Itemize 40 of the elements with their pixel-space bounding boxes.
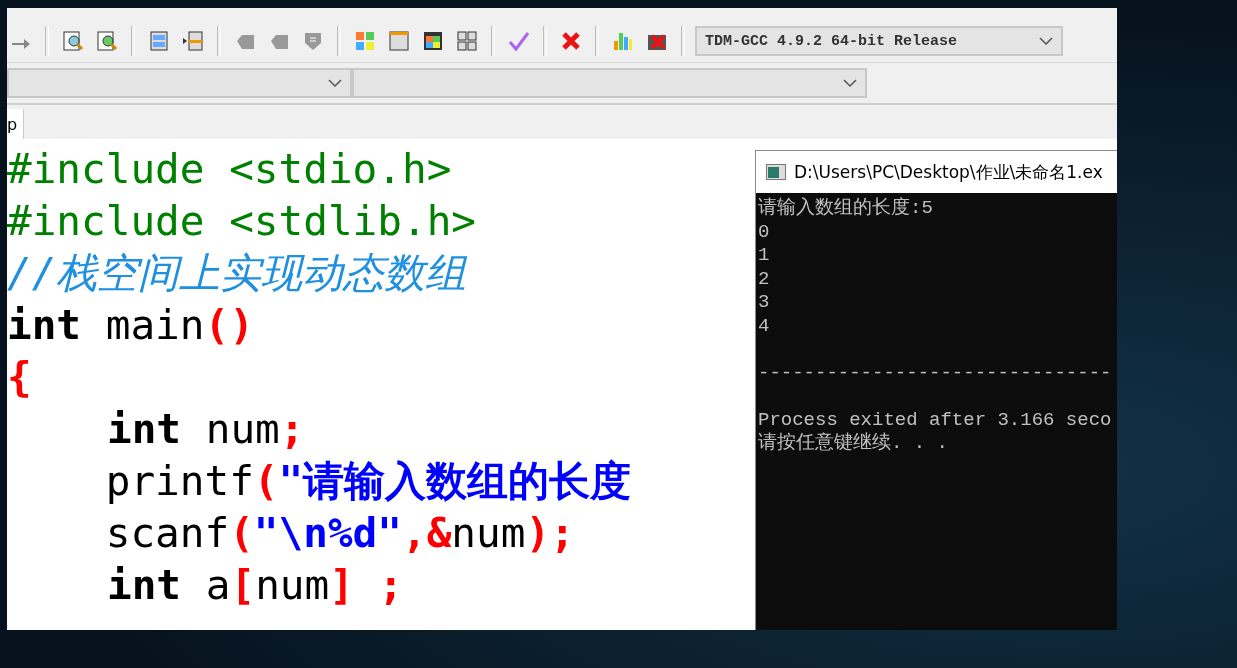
code-token: ] ; xyxy=(329,561,404,609)
compiler-select[interactable]: TDM-GCC 4.9.2 64-bit Release xyxy=(695,26,1063,56)
code-token: num xyxy=(451,509,526,557)
console-line: 2 xyxy=(758,267,771,291)
code-token: #include <stdio.h> xyxy=(7,145,452,193)
code-token: () xyxy=(204,301,254,349)
code-token: [ xyxy=(230,561,256,609)
code-token: int xyxy=(7,301,82,349)
code-token: a xyxy=(204,561,231,609)
code-token: printf xyxy=(104,457,254,505)
code-token: "\n%d" xyxy=(253,509,402,557)
file-tab[interactable]: p xyxy=(7,109,24,139)
chevron-down-icon xyxy=(328,79,342,87)
console-separator: ------------------------------- xyxy=(758,361,1113,385)
console-line: Process exited after 3.166 seco xyxy=(758,408,1113,432)
code-token: { xyxy=(7,353,32,401)
console-line: 3 xyxy=(758,291,771,315)
code-token: main xyxy=(104,301,205,349)
code-token: num xyxy=(204,405,280,453)
code-token: num xyxy=(255,561,330,609)
code-token: ( xyxy=(229,509,254,557)
chevron-down-icon xyxy=(843,79,857,87)
console-title: D:\Users\PC\Desktop\作业\未命名1.ex xyxy=(794,160,1103,184)
code-token: int xyxy=(107,405,182,453)
code-token: ,& xyxy=(401,509,452,557)
code-token: ); xyxy=(525,509,575,557)
code-token: scanf xyxy=(104,509,230,557)
code-token: "请输入数组的长度 xyxy=(278,457,632,505)
chevron-down-icon xyxy=(1039,37,1053,45)
console-line: 4 xyxy=(758,314,771,338)
code-token: ; xyxy=(279,405,305,453)
console-line: 0 xyxy=(758,220,771,244)
console-app-icon xyxy=(766,164,786,180)
console-line: 1 xyxy=(758,244,771,268)
console-line: 请输入数组的长度:5 xyxy=(758,197,934,221)
code-token: ( xyxy=(253,457,279,505)
code-token: //栈空间上实现动态数组 xyxy=(7,249,467,297)
code-token: #include <stdlib.h> xyxy=(7,197,476,245)
console-line: 请按任意键继续. . . xyxy=(758,432,949,456)
code-token: int xyxy=(107,561,182,609)
